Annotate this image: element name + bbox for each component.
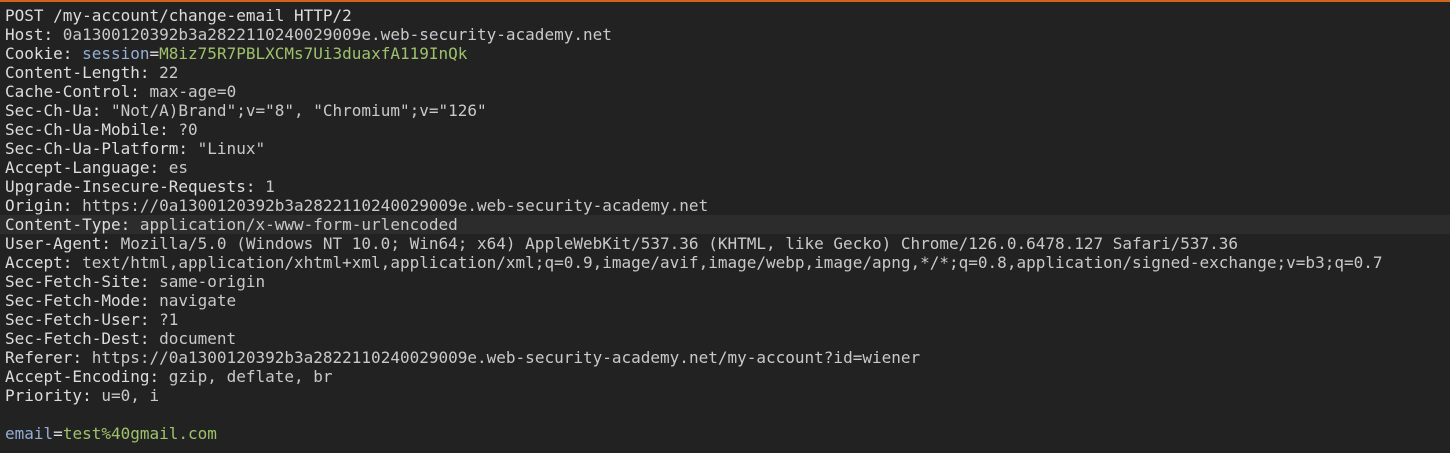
- header-line-cookie[interactable]: Cookie: session=M8iz75R7PBLXCMs7Ui3duaxf…: [0, 44, 1450, 63]
- header-name: Sec-Fetch-Site: [5, 272, 140, 291]
- header-value: 0a1300120392b3a2822110240029009e.web-sec…: [62, 25, 612, 44]
- header-value: ?1: [159, 310, 179, 329]
- header-line-host[interactable]: Host: 0a1300120392b3a2822110240029009e.w…: [0, 25, 1450, 44]
- header-name: Upgrade-Insecure-Requests: [5, 177, 246, 196]
- header-value: "Not/A)Brand";v="8", "Chromium";v="126": [110, 101, 487, 120]
- body-param-value: test%40gmail.com: [62, 424, 217, 443]
- header-value: ?0: [178, 120, 198, 139]
- header-line-cache-control[interactable]: Cache-Control: max-age=0: [0, 82, 1450, 101]
- header-line-user-agent[interactable]: User-Agent: Mozilla/5.0 (Windows NT 10.0…: [0, 234, 1450, 253]
- header-line-sec-fetch-dest[interactable]: Sec-Fetch-Dest: document: [0, 329, 1450, 348]
- request-line-text: POST /my-account/change-email HTTP/2: [5, 6, 352, 25]
- header-line-content-type[interactable]: Content-Type: application/x-www-form-url…: [0, 215, 1450, 234]
- header-line-sec-fetch-mode[interactable]: Sec-Fetch-Mode: navigate: [0, 291, 1450, 310]
- header-line-accept[interactable]: Accept: text/html,application/xhtml+xml,…: [0, 253, 1450, 272]
- header-value: es: [168, 158, 189, 177]
- header-value: document: [159, 329, 237, 348]
- http-request-editor[interactable]: POST /my-account/change-email HTTP/2 Hos…: [0, 0, 1450, 453]
- header-value: text/html,application/xhtml+xml,applicat…: [82, 253, 1383, 272]
- header-line-sec-fetch-user[interactable]: Sec-Fetch-User: ?1: [0, 310, 1450, 329]
- header-line-origin[interactable]: Origin: https://0a1300120392b3a282211024…: [0, 196, 1450, 215]
- header-line-referer[interactable]: Referer: https://0a1300120392b3a28221102…: [0, 348, 1450, 367]
- header-name: Referer: [5, 348, 73, 367]
- blank-line[interactable]: [0, 405, 1450, 424]
- header-value: 1: [265, 177, 275, 196]
- header-value: https://0a1300120392b3a2822110240029009e…: [82, 196, 709, 215]
- header-name: Cache-Control: [5, 82, 131, 101]
- header-value: max-age=0: [149, 82, 237, 101]
- header-line-upgrade-insecure-requests[interactable]: Upgrade-Insecure-Requests: 1: [0, 177, 1450, 196]
- header-value: Mozilla/5.0 (Windows NT 10.0; Win64; x64…: [120, 234, 1238, 253]
- header-value: "Linux": [197, 139, 266, 158]
- header-value: https://0a1300120392b3a2822110240029009e…: [91, 348, 921, 367]
- header-name: Sec-Fetch-Dest: [5, 329, 140, 348]
- header-name: Sec-Ch-Ua: [5, 101, 92, 120]
- header-name: Cookie: [5, 44, 63, 63]
- header-value: gzip, deflate, br: [168, 367, 333, 386]
- header-line-content-length[interactable]: Content-Length: 22: [0, 63, 1450, 82]
- header-name: Sec-Ch-Ua-Platform: [5, 139, 179, 158]
- header-name: Sec-Fetch-Mode: [5, 291, 140, 310]
- header-name: Sec-Ch-Ua-Mobile: [5, 120, 160, 139]
- header-name: Content-Length: [5, 63, 140, 82]
- header-line-sec-fetch-site[interactable]: Sec-Fetch-Site: same-origin: [0, 272, 1450, 291]
- header-name: Host: [5, 25, 44, 44]
- header-name: Accept-Encoding: [5, 367, 150, 386]
- body-param-name: email: [5, 424, 54, 443]
- header-name: User-Agent: [5, 234, 102, 253]
- header-line-priority[interactable]: Priority: u=0, i: [0, 386, 1450, 405]
- header-name: Priority: [5, 386, 83, 405]
- header-value: 22: [159, 63, 179, 82]
- header-name: Accept-Language: [5, 158, 150, 177]
- header-value: same-origin: [159, 272, 266, 291]
- header-name: Content-Type: [5, 215, 121, 234]
- header-value: u=0, i: [101, 386, 160, 405]
- header-line-accept-encoding[interactable]: Accept-Encoding: gzip, deflate, br: [0, 367, 1450, 386]
- cookie-value: M8iz75R7PBLXCMs7Ui3duaxfA119InQk: [159, 44, 468, 63]
- request-line[interactable]: POST /my-account/change-email HTTP/2: [0, 6, 1450, 25]
- header-line-sec-ch-ua-platform[interactable]: Sec-Ch-Ua-Platform: "Linux": [0, 139, 1450, 158]
- header-line-sec-ch-ua-mobile[interactable]: Sec-Ch-Ua-Mobile: ?0: [0, 120, 1450, 139]
- header-name: Accept: [5, 253, 63, 272]
- cookie-name: session: [82, 44, 150, 63]
- header-value: application/x-www-form-urlencoded: [139, 215, 458, 234]
- header-name: Origin: [5, 196, 63, 215]
- header-name: Sec-Fetch-User: [5, 310, 140, 329]
- header-line-accept-language[interactable]: Accept-Language: es: [0, 158, 1450, 177]
- request-body-line[interactable]: email=test%40gmail.com: [0, 424, 1450, 443]
- header-line-sec-ch-ua[interactable]: Sec-Ch-Ua: "Not/A)Brand";v="8", "Chromiu…: [0, 101, 1450, 120]
- header-value: navigate: [159, 291, 237, 310]
